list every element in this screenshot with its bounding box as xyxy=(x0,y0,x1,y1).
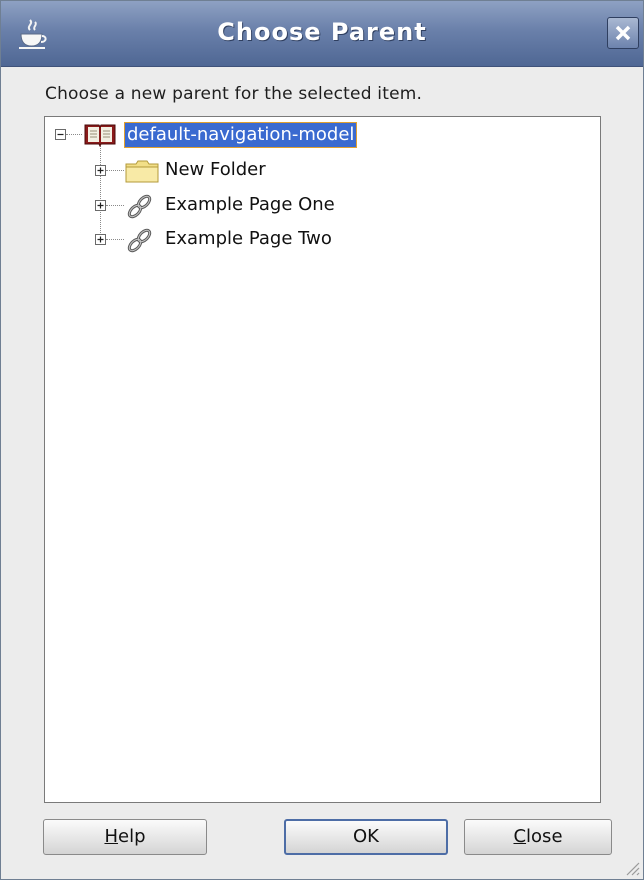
close-mnemonic: C xyxy=(513,826,527,847)
tree-connector xyxy=(106,205,124,206)
parent-tree[interactable]: default-navigation-model New Folder Exam… xyxy=(44,116,601,803)
help-button[interactable]: Help xyxy=(43,819,207,855)
book-icon xyxy=(83,121,117,151)
ok-label: OK xyxy=(353,826,379,847)
tree-connector xyxy=(66,134,82,135)
tree-node-page-two[interactable]: Example Page Two xyxy=(165,227,332,251)
folder-icon xyxy=(125,158,159,188)
tree-node-root[interactable]: default-navigation-model xyxy=(123,122,358,148)
link-icon xyxy=(125,192,155,224)
choose-parent-dialog: Choose Parent Choose a new parent for th… xyxy=(0,0,644,880)
ok-button[interactable]: OK xyxy=(284,819,448,855)
expand-toggle[interactable] xyxy=(95,165,106,176)
tree-connector xyxy=(106,170,124,171)
expand-toggle[interactable] xyxy=(95,234,106,245)
title-bar[interactable]: Choose Parent xyxy=(1,1,643,67)
tree-connector xyxy=(106,239,124,240)
resize-grip-icon[interactable] xyxy=(621,857,641,881)
tree-connector xyxy=(100,141,101,237)
collapse-toggle[interactable] xyxy=(55,129,66,140)
close-x-icon[interactable] xyxy=(607,17,639,49)
instruction-text: Choose a new parent for the selected ite… xyxy=(45,84,423,104)
close-label-rest: lose xyxy=(526,826,563,847)
dialog-title: Choose Parent xyxy=(217,18,427,46)
tree-node-folder[interactable]: New Folder xyxy=(165,158,266,182)
help-mnemonic: H xyxy=(104,826,119,847)
link-icon xyxy=(125,226,155,258)
expand-toggle[interactable] xyxy=(95,200,106,211)
help-label-rest: elp xyxy=(118,826,146,847)
tree-node-page-one[interactable]: Example Page One xyxy=(165,193,335,217)
close-button[interactable]: Close xyxy=(464,819,612,855)
